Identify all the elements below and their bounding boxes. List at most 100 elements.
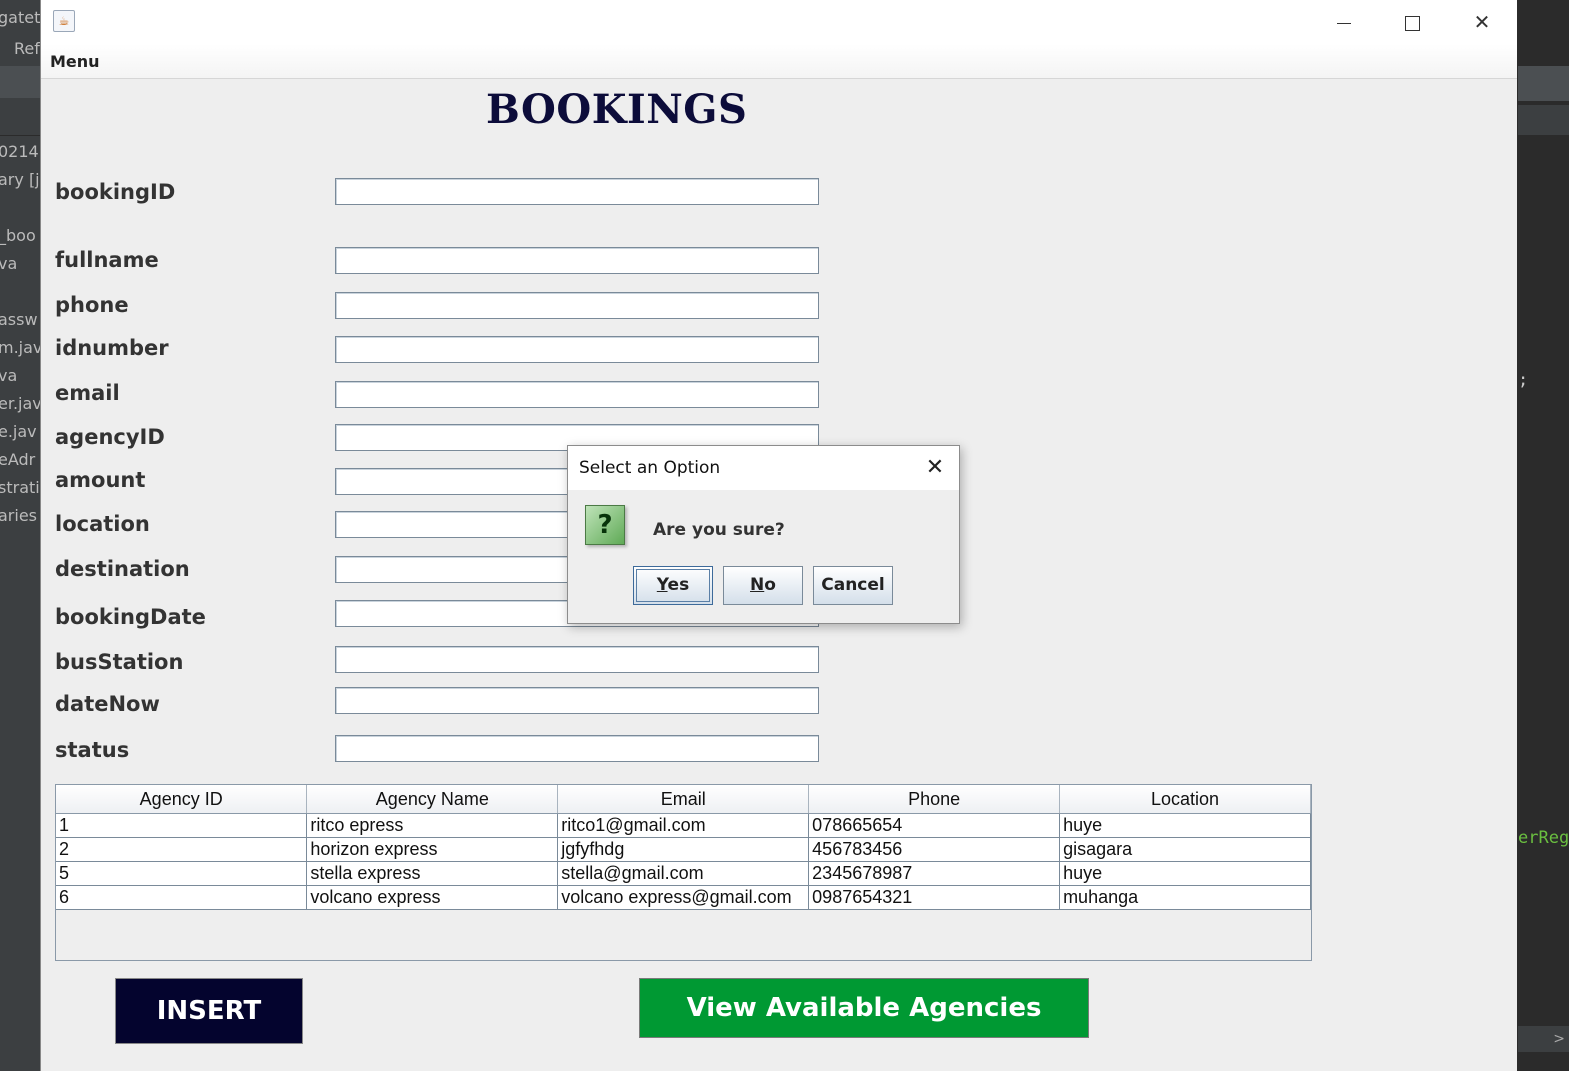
table-cell[interactable]: huye [1059, 861, 1311, 886]
column-header-email[interactable]: Email [557, 785, 810, 814]
background-text: m.jav [0, 338, 40, 357]
background-scroll-arrow[interactable]: > [1518, 1026, 1569, 1052]
confirm-dialog: Select an Option ✕ ? Are you sure? Yes N… [567, 445, 960, 624]
dialog-titlebar[interactable]: Select an Option ✕ [568, 446, 959, 490]
yes-mnemonic: Y [656, 575, 668, 595]
background-ide-left: gatet Ref 0214 ary [j _boo va assw m.jav… [0, 0, 40, 1071]
no-mnemonic: N [750, 575, 765, 595]
maximize-icon [1404, 16, 1420, 31]
close-icon: ✕ [1473, 10, 1491, 34]
label-phone: phone [55, 293, 129, 317]
table-row[interactable]: 5 stella express stella@gmail.com 234567… [56, 861, 1311, 886]
java-cup-icon: ☕ [53, 10, 75, 32]
background-text: er.jav [0, 394, 40, 413]
table-cell[interactable]: gisagara [1059, 837, 1311, 862]
background-ide-right: ; erReg > [1518, 0, 1569, 1071]
yes-button[interactable]: Yes [633, 566, 713, 605]
dialog-title: Select an Option [579, 458, 721, 478]
table-row[interactable]: 1 ritco epress ritco1@gmail.com 07866565… [56, 813, 1311, 838]
background-text: 0214 [0, 142, 39, 161]
background-code: erReg [1518, 828, 1569, 848]
table-cell[interactable]: huye [1059, 813, 1311, 838]
table-cell[interactable]: volcano express@gmail.com [557, 885, 810, 910]
minimize-button[interactable] [1321, 0, 1367, 44]
table-cell[interactable]: stella@gmail.com [557, 861, 810, 886]
label-datenow: dateNow [55, 692, 160, 716]
background-text: assw [0, 310, 38, 329]
label-busstation: busStation [55, 650, 184, 674]
table-row[interactable]: 2 horizon express jgfyfhdg 456783456 gis… [56, 837, 1311, 862]
label-status: status [55, 738, 130, 762]
table-cell[interactable]: 5 [56, 861, 308, 886]
column-header-agency-name[interactable]: Agency Name [306, 785, 559, 814]
busstation-input[interactable] [335, 646, 819, 673]
table-cell[interactable]: 6 [56, 885, 308, 910]
question-icon: ? [585, 505, 625, 545]
page-title: BOOKINGS [486, 86, 748, 133]
table-cell[interactable]: volcano express [306, 885, 559, 910]
table-cell[interactable]: 2345678987 [808, 861, 1061, 886]
background-text: va [0, 366, 18, 385]
background-text: aries [0, 506, 38, 525]
cancel-button[interactable]: Cancel [813, 566, 893, 605]
dialog-close-icon[interactable]: ✕ [921, 455, 949, 481]
status-input[interactable] [335, 735, 819, 762]
close-button[interactable]: ✕ [1459, 0, 1505, 44]
label-location: location [55, 512, 150, 536]
table-cell[interactable]: 0987654321 [808, 885, 1061, 910]
agencies-table: Agency ID Agency Name Email Phone Locati… [55, 784, 1312, 961]
idnumber-input[interactable] [335, 336, 819, 363]
label-bookingid: bookingID [55, 180, 176, 204]
label-destination: destination [55, 557, 190, 581]
table-cell[interactable]: stella express [306, 861, 559, 886]
column-header-location[interactable]: Location [1059, 785, 1311, 814]
background-text: stratic [0, 478, 40, 497]
agencies-table-grid: Agency ID Agency Name Email Phone Locati… [56, 785, 1311, 910]
table-cell[interactable]: horizon express [306, 837, 559, 862]
background-toolbar [0, 66, 40, 98]
table-row[interactable]: 6 volcano express volcano express@gmail.… [56, 885, 1311, 910]
yes-label: es [667, 575, 690, 595]
table-cell[interactable]: jgfyfhdg [557, 837, 810, 862]
background-text: _boo [0, 226, 36, 245]
window-titlebar[interactable]: ☕ ✕ [41, 0, 1517, 44]
table-header-row: Agency ID Agency Name Email Phone Locati… [56, 785, 1311, 814]
label-amount: amount [55, 468, 146, 492]
background-text: e.jav [0, 422, 37, 441]
no-button[interactable]: No [723, 566, 803, 605]
background-code: ; [1518, 370, 1529, 390]
column-header-phone[interactable]: Phone [808, 785, 1061, 814]
background-text: Ref [14, 39, 40, 58]
background-tabbar [0, 105, 40, 136]
label-bookingdate: bookingDate [55, 605, 206, 629]
fullname-input[interactable] [335, 247, 819, 274]
email-input[interactable] [335, 381, 819, 408]
phone-input[interactable] [335, 292, 819, 319]
label-fullname: fullname [55, 248, 159, 272]
table-cell[interactable]: muhanga [1059, 885, 1311, 910]
background-text: gatet [0, 8, 40, 27]
label-email: email [55, 381, 120, 405]
table-cell[interactable]: 2 [56, 837, 308, 862]
background-text: eAdr [0, 450, 36, 469]
menu-item-menu[interactable]: Menu [50, 52, 100, 71]
maximize-button[interactable] [1389, 0, 1435, 44]
table-cell[interactable]: 1 [56, 813, 308, 838]
table-cell[interactable]: ritco epress [306, 813, 559, 838]
insert-button[interactable]: INSERT [115, 978, 303, 1044]
dialog-message: Are you sure? [653, 520, 785, 540]
menubar: Menu [41, 44, 1517, 79]
minimize-icon [1337, 23, 1351, 24]
table-cell[interactable]: ritco1@gmail.com [557, 813, 810, 838]
column-header-agency-id[interactable]: Agency ID [56, 785, 308, 814]
table-cell[interactable]: 078665654 [808, 813, 1061, 838]
bookingid-input[interactable] [335, 178, 819, 205]
view-available-agencies-button[interactable]: View Available Agencies [639, 978, 1089, 1038]
table-cell[interactable]: 456783456 [808, 837, 1061, 862]
background-tabbar [1518, 105, 1569, 135]
background-text: va [0, 254, 18, 273]
background-text: ary [j [0, 170, 40, 189]
datenow-input[interactable] [335, 687, 819, 714]
background-toolbar [1518, 66, 1569, 101]
label-agencyid: agencyID [55, 425, 165, 449]
